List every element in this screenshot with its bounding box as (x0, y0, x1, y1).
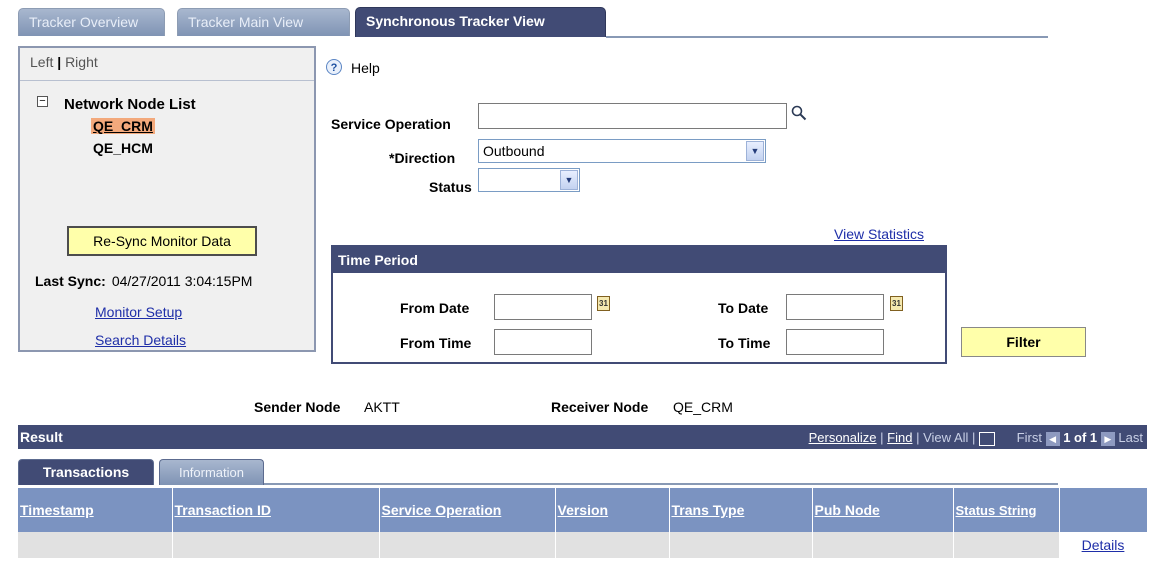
last-label: Last (1118, 430, 1143, 445)
receiver-node-value: QE_CRM (673, 399, 733, 415)
status-select[interactable]: ▼ (478, 168, 580, 192)
nav-separator: | (972, 430, 976, 445)
cell-timestamp (18, 532, 173, 558)
result-header: Result Personalize | Find | View All | F… (18, 425, 1147, 449)
from-time-label: From Time (400, 335, 472, 351)
cell-details: Details (1059, 532, 1148, 558)
toggle-separator: | (57, 54, 62, 70)
to-time-input[interactable] (786, 329, 884, 355)
subtab-divider-line (264, 483, 1058, 485)
details-link[interactable]: Details (1082, 537, 1125, 553)
tab-divider-line (606, 36, 1048, 38)
left-pane: Left | Right − Network Node List QE_CRM … (18, 46, 316, 352)
direction-label: *Direction (389, 150, 456, 166)
cell-service-operation (379, 532, 556, 558)
pane-separator (20, 80, 314, 81)
node-item-qe-hcm[interactable]: QE_HCM (91, 140, 155, 156)
first-label: First (1016, 430, 1042, 445)
cell-status-string (953, 532, 1060, 558)
cell-pub-node (812, 532, 954, 558)
cell-transaction-id (172, 532, 380, 558)
sender-node-label: Sender Node (254, 399, 341, 415)
nav-separator: | (880, 430, 884, 445)
from-time-input[interactable] (494, 329, 592, 355)
download-icon[interactable] (979, 431, 996, 446)
sender-node-value: AKTT (364, 399, 400, 415)
nav-separator: | (916, 430, 920, 445)
column-header-service-operation[interactable]: Service Operation (379, 488, 556, 532)
monitor-setup-link[interactable]: Monitor Setup (95, 304, 182, 320)
help-icon[interactable]: ? (326, 59, 342, 75)
column-header-status-string[interactable]: Status String (953, 488, 1060, 532)
personalize-link[interactable]: Personalize (809, 430, 877, 445)
column-header-trans-type[interactable]: Trans Type (669, 488, 813, 532)
view-all-link[interactable]: View All (923, 430, 968, 445)
left-link[interactable]: Left (30, 54, 53, 70)
tab-tracker-main-view[interactable]: Tracker Main View (177, 8, 350, 36)
to-date-label: To Date (718, 300, 769, 316)
tab-synchronous-tracker-view[interactable]: Synchronous Tracker View (355, 7, 606, 37)
table-row: Details (18, 532, 1148, 558)
calendar-icon[interactable]: 31 (597, 296, 610, 311)
time-period-box: Time Period From Date 31 To Date 31 From… (331, 245, 947, 364)
view-statistics-link[interactable]: View Statistics (834, 226, 924, 242)
tab-transactions[interactable]: Transactions (18, 459, 154, 485)
collapse-icon[interactable]: − (37, 96, 48, 107)
page-info: 1 of 1 (1063, 430, 1098, 445)
chevron-down-icon[interactable]: ▼ (746, 141, 764, 161)
to-time-label: To Time (718, 335, 771, 351)
search-details-link[interactable]: Search Details (95, 332, 186, 348)
resync-monitor-data-button[interactable]: Re-Sync Monitor Data (67, 226, 257, 256)
cell-trans-type (669, 532, 813, 558)
node-item-qe-crm[interactable]: QE_CRM (91, 118, 155, 134)
calendar-icon[interactable]: 31 (890, 296, 903, 311)
chevron-down-icon[interactable]: ▼ (560, 170, 578, 190)
to-date-input[interactable] (786, 294, 884, 320)
next-arrow-icon[interactable]: ▶ (1100, 431, 1115, 446)
direction-select[interactable]: Outbound ▼ (478, 139, 766, 163)
direction-value: Outbound (483, 143, 545, 159)
from-date-input[interactable] (494, 294, 592, 320)
time-period-title: Time Period (333, 247, 945, 273)
tab-information[interactable]: Information (159, 459, 264, 485)
service-operation-input[interactable] (478, 103, 787, 129)
last-sync-label: Last Sync: (35, 273, 106, 289)
column-header-pub-node[interactable]: Pub Node (812, 488, 954, 532)
result-grid: Timestamp Transaction ID Service Operati… (18, 488, 1148, 558)
search-icon[interactable] (791, 105, 807, 121)
column-header-details (1059, 488, 1148, 532)
result-title: Result (20, 429, 63, 445)
status-label: Status (429, 179, 472, 195)
filter-button[interactable]: Filter (961, 327, 1086, 357)
right-link[interactable]: Right (65, 54, 98, 70)
grid-header-row: Timestamp Transaction ID Service Operati… (18, 488, 1148, 532)
last-sync: Last Sync: 04/27/2011 3:04:15PM (35, 273, 252, 289)
receiver-node-label: Receiver Node (551, 399, 649, 415)
column-header-transaction-id[interactable]: Transaction ID (172, 488, 380, 532)
cell-version (555, 532, 670, 558)
left-right-toggle: Left | Right (30, 54, 98, 70)
service-operation-label: Service Operation (331, 116, 451, 132)
previous-arrow-icon[interactable]: ◀ (1045, 431, 1060, 446)
network-node-list-title: Network Node List (64, 96, 196, 113)
from-date-label: From Date (400, 300, 470, 316)
find-link[interactable]: Find (887, 430, 912, 445)
grid-navigation: Personalize | Find | View All | First ◀ … (809, 430, 1143, 446)
help-link[interactable]: Help (351, 60, 380, 76)
column-header-version[interactable]: Version (555, 488, 670, 532)
last-sync-value: 04/27/2011 3:04:15PM (111, 273, 253, 289)
column-header-timestamp[interactable]: Timestamp (18, 488, 173, 532)
tab-tracker-overview[interactable]: Tracker Overview (18, 8, 165, 36)
